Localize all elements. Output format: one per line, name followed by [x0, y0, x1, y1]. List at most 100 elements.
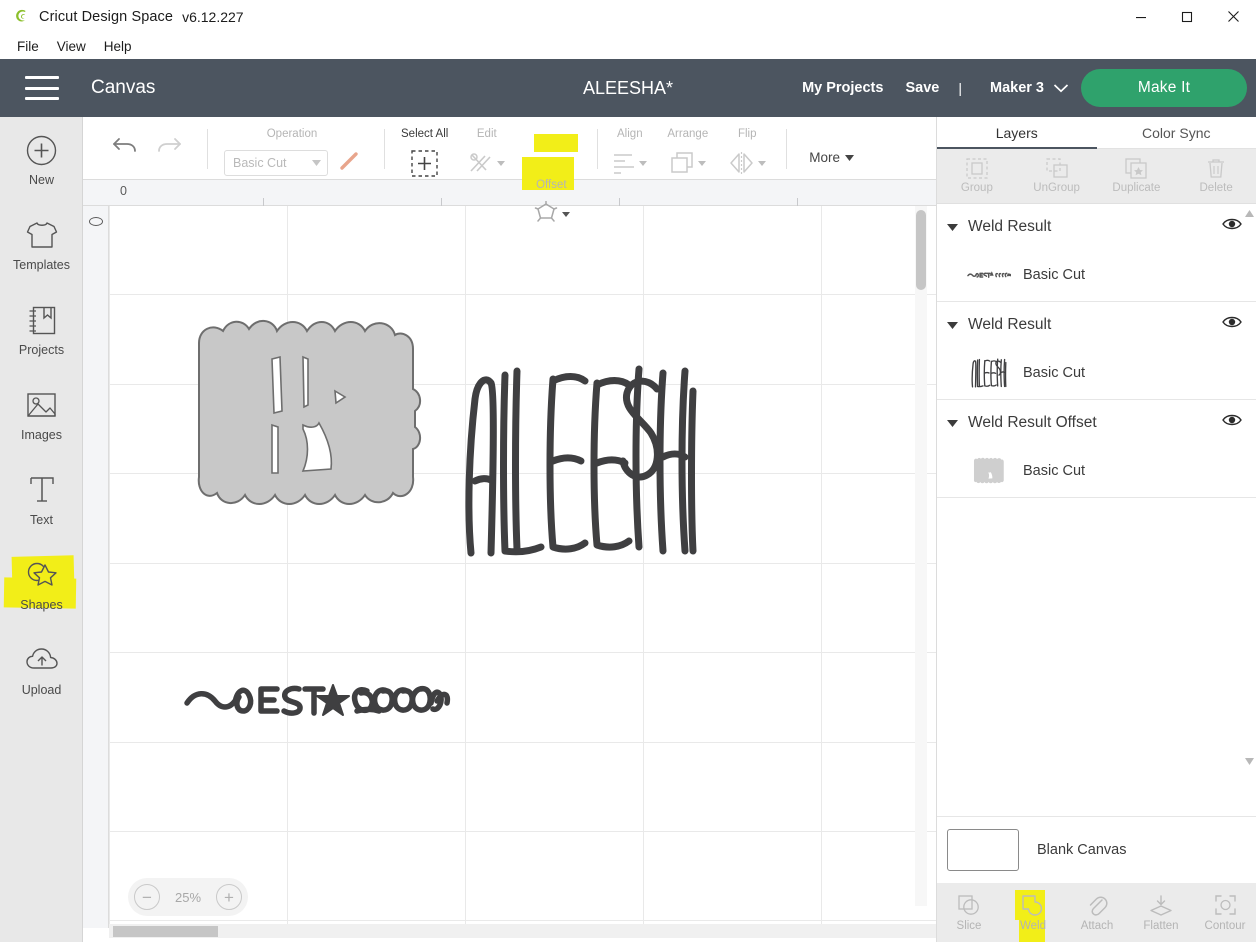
undo-button[interactable]	[112, 135, 138, 162]
save-button[interactable]: Save	[905, 80, 939, 96]
layer-child-label: Basic Cut	[1023, 365, 1086, 381]
canvas-horizontal-scrollbar[interactable]	[109, 924, 936, 938]
sidebar-item-label: New	[28, 173, 54, 187]
layer-name: Weld Result	[968, 315, 1052, 333]
align-caption: Align	[617, 128, 643, 140]
my-projects-button[interactable]: My Projects	[802, 80, 883, 96]
group-button[interactable]: Group	[937, 158, 1017, 194]
select-all-group[interactable]: Select All	[385, 117, 458, 178]
caret-down-icon	[758, 160, 767, 166]
layer-header[interactable]: Weld Result Offset	[937, 400, 1256, 445]
sidebar-item-text[interactable]: Text	[0, 457, 83, 542]
layers-list[interactable]: Weld Result Basic Cut Weld Result Basic …	[937, 204, 1256, 876]
zoom-value: 25%	[174, 889, 202, 905]
contour-icon	[1214, 894, 1236, 915]
canvas-background-row[interactable]: Blank Canvas	[937, 816, 1256, 883]
more-button[interactable]: More	[809, 150, 854, 165]
sidebar-item-new[interactable]: New	[0, 117, 83, 202]
action-label: Delete	[1199, 182, 1233, 194]
operation-group: Operation Basic Cut	[208, 117, 370, 178]
more-label: More	[809, 150, 840, 165]
line-color-icon[interactable]	[338, 150, 360, 177]
offset-shape-icon	[533, 201, 559, 227]
attach-button[interactable]: Attach	[1065, 883, 1129, 942]
vertical-ruler[interactable]	[83, 206, 109, 928]
edit-toolbar: Operation Basic Cut Select All Edit Offs…	[83, 117, 936, 222]
contour-button[interactable]: Contour	[1193, 883, 1256, 942]
eye-visible-icon[interactable]	[1222, 413, 1242, 432]
scroll-up-arrow-icon[interactable]	[1245, 210, 1254, 217]
layer-child-row[interactable]: Basic Cut	[937, 249, 1256, 301]
edit-group[interactable]: Edit	[458, 117, 515, 178]
caret-down-icon	[639, 160, 648, 166]
right-panel: Layers Color Sync Group UnGroup Duplicat…	[936, 117, 1256, 942]
menu-view[interactable]: View	[48, 37, 95, 56]
title-bar: Cricut Design Space v6.12.227	[0, 0, 1256, 33]
scroll-down-arrow-icon[interactable]	[1245, 758, 1254, 765]
app-header: Canvas ALEESHA* My Projects Save | Maker…	[0, 59, 1256, 117]
caret-down-icon[interactable]	[947, 218, 958, 236]
ruler-origin-label: 0	[120, 184, 127, 198]
slice-button[interactable]: Slice	[937, 883, 1001, 942]
layer-child-row[interactable]: Basic Cut	[937, 445, 1256, 497]
flip-group[interactable]: Flip	[718, 117, 776, 178]
sidebar-item-projects[interactable]: Projects	[0, 287, 83, 372]
caret-down-icon[interactable]	[947, 316, 958, 334]
operation-select[interactable]: Basic Cut	[224, 150, 328, 176]
design-canvas[interactable]	[109, 206, 936, 928]
delete-button[interactable]: Delete	[1176, 158, 1256, 194]
sidebar-item-label: Shapes	[20, 598, 63, 612]
align-group[interactable]: Align	[598, 117, 657, 178]
canvas-vertical-scrollbar[interactable]	[915, 206, 927, 906]
close-button[interactable]	[1210, 0, 1256, 33]
menu-help[interactable]: Help	[95, 37, 141, 56]
eye-visible-icon[interactable]	[1222, 217, 1242, 236]
action-label: Group	[960, 182, 993, 194]
minimize-button[interactable]	[1118, 0, 1164, 33]
horizontal-ruler[interactable]: 0	[83, 180, 936, 206]
sidebar-item-templates[interactable]: Templates	[0, 202, 83, 287]
layer-header[interactable]: Weld Result	[937, 302, 1256, 347]
menu-bar: File View Help	[0, 33, 1256, 59]
maximize-button[interactable]	[1164, 0, 1210, 33]
panel-tabs: Layers Color Sync	[937, 117, 1256, 149]
menu-file[interactable]: File	[8, 37, 48, 56]
offset-caption: Offset	[536, 179, 567, 191]
layer-child-label: Basic Cut	[1023, 267, 1086, 283]
weld-result-offset-shape[interactable]	[177, 301, 437, 531]
aleesha-wordmark[interactable]	[461, 361, 701, 561]
caret-down-icon	[497, 160, 506, 166]
hamburger-icon[interactable]	[25, 76, 59, 100]
zoom-in-button[interactable]: +	[216, 884, 242, 910]
redo-button[interactable]	[156, 135, 182, 162]
weld-button[interactable]: Weld	[1001, 883, 1065, 942]
flatten-button[interactable]: Flatten	[1129, 883, 1193, 942]
sidebar-item-shapes[interactable]: Shapes	[0, 542, 83, 627]
duplicate-icon	[1125, 158, 1148, 179]
ungroup-button[interactable]: UnGroup	[1017, 158, 1097, 194]
tshirt-icon	[25, 217, 59, 253]
machine-selector[interactable]: Maker 3	[990, 80, 1069, 96]
layers-scrollbar[interactable]	[1245, 210, 1254, 765]
eye-visible-icon[interactable]	[1222, 315, 1242, 334]
scrollbar-thumb[interactable]	[113, 926, 218, 937]
make-it-button[interactable]: Make It	[1081, 69, 1247, 107]
sidebar-item-upload[interactable]: Upload	[0, 627, 83, 712]
est-2000-swash[interactable]	[181, 669, 451, 729]
tab-color-sync[interactable]: Color Sync	[1097, 117, 1256, 148]
layer-group: Weld Result Basic Cut	[937, 302, 1256, 400]
offset-blob-thumb	[967, 456, 1011, 486]
layer-child-row[interactable]: Basic Cut	[937, 347, 1256, 399]
caret-down-icon[interactable]	[947, 414, 958, 432]
scrollbar-thumb[interactable]	[916, 210, 926, 290]
layer-child-label: Basic Cut	[1023, 463, 1086, 479]
canvas-color-swatch[interactable]	[947, 829, 1019, 871]
arrange-group[interactable]: Arrange	[657, 117, 718, 178]
duplicate-button[interactable]: Duplicate	[1097, 158, 1177, 194]
aleesha-thumb	[967, 358, 1011, 388]
sidebar-item-images[interactable]: Images	[0, 372, 83, 457]
tab-layers[interactable]: Layers	[937, 117, 1097, 149]
edit-caption: Edit	[476, 128, 497, 140]
layer-header[interactable]: Weld Result	[937, 204, 1256, 249]
zoom-out-button[interactable]: −	[134, 884, 160, 910]
